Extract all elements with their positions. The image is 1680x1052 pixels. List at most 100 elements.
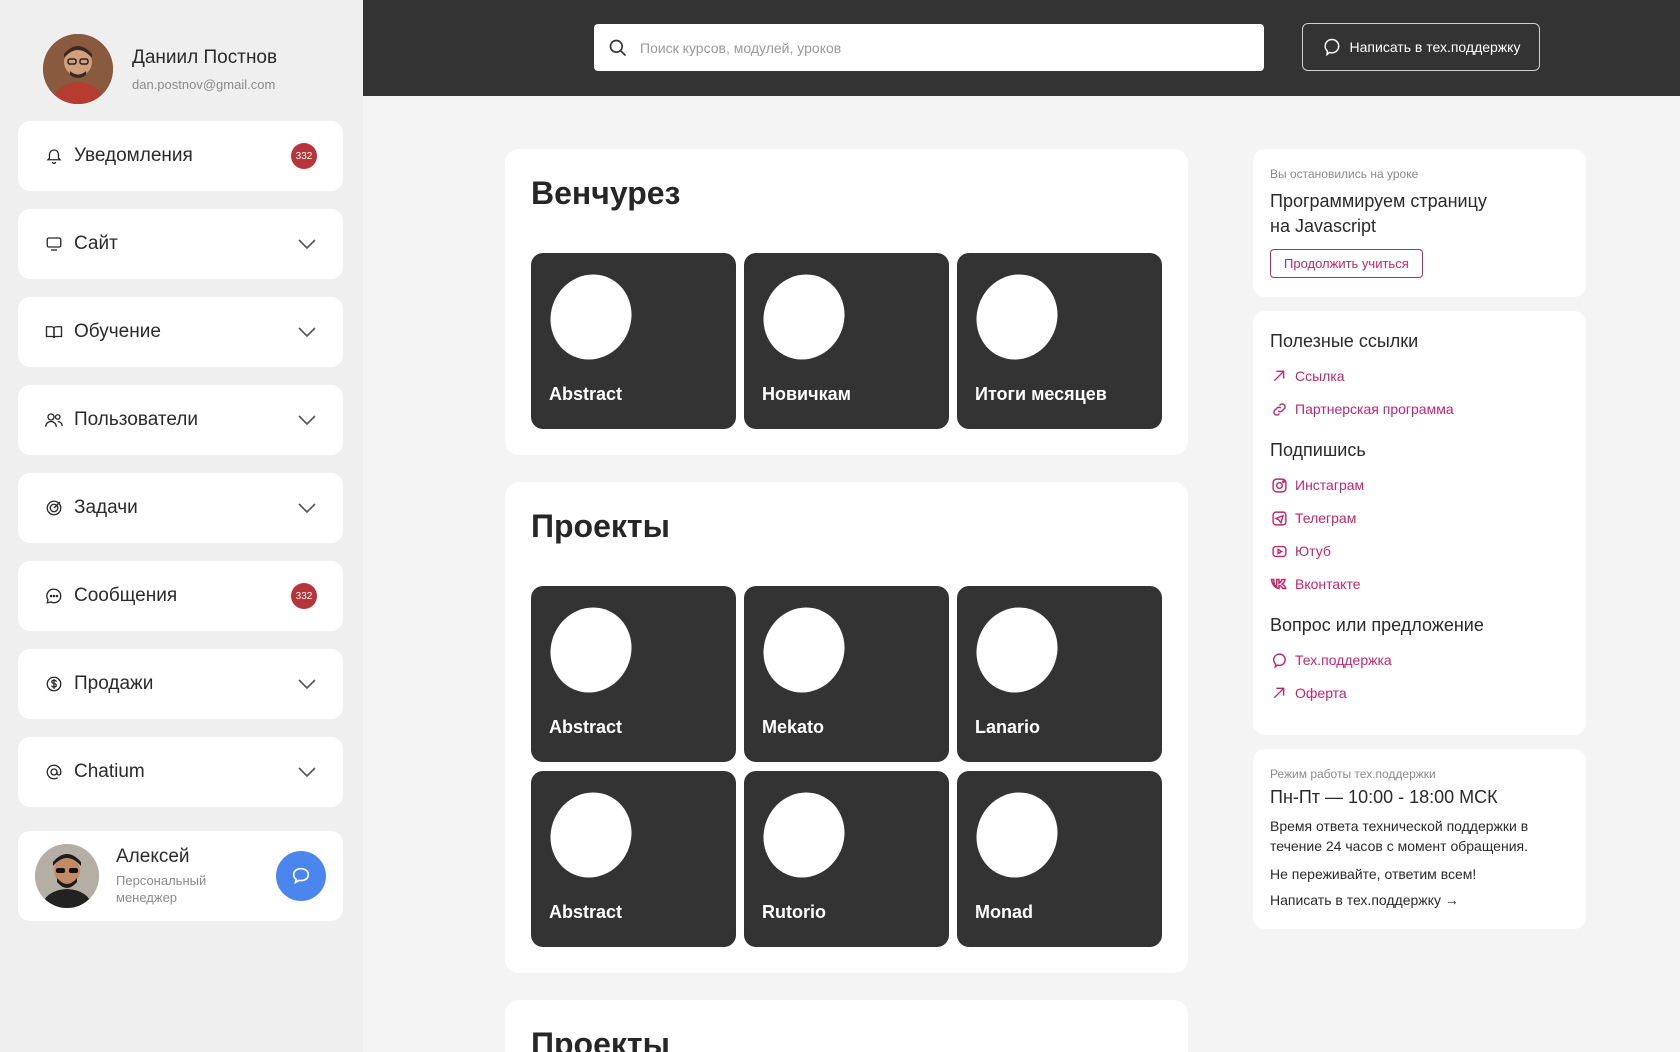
chevron-down-icon[interactable]	[297, 410, 317, 430]
sidebar-item-label: Продажи	[74, 673, 154, 694]
course-tile[interactable]: Итоги месяцев	[957, 253, 1162, 429]
manager-role: Персональный менеджер	[116, 873, 207, 905]
sidebar-item-notifications[interactable]: Уведомления 332	[18, 121, 343, 191]
youtube-link[interactable]: Ютуб	[1270, 542, 1569, 560]
course-tile-label: Mekato	[762, 717, 825, 737]
at-icon	[44, 762, 64, 782]
course-tile[interactable]: Abstract	[531, 771, 736, 947]
personal-manager-card: Алексей Персональный менеджер	[18, 831, 343, 921]
link-label: Инстаграм	[1295, 477, 1365, 493]
link-icon	[1270, 400, 1288, 418]
partner-program-link[interactable]: Партнерская программа	[1270, 400, 1569, 418]
search-icon	[608, 38, 628, 58]
chat-icon	[44, 586, 64, 606]
course-tile[interactable]: Mekato	[744, 586, 949, 762]
arrow-up-right-icon	[1270, 684, 1288, 702]
offer-link[interactable]: Оферта	[1270, 684, 1569, 702]
sidebar-item-label: Задачи	[74, 497, 138, 518]
link-label: Ссылка	[1295, 368, 1345, 384]
telegram-icon	[1270, 509, 1288, 527]
user-email: dan.postnov@gmail.com	[132, 76, 276, 92]
course-tile-label: Abstract	[549, 384, 623, 404]
course-tile-label: Lanario	[975, 717, 1041, 737]
sidebar-item-tasks[interactable]: Задачи	[18, 473, 343, 543]
link-label: Телеграм	[1295, 510, 1357, 526]
link-item[interactable]: Ссылка	[1270, 367, 1569, 385]
user-name: Даниил Постнов	[132, 46, 278, 68]
sidebar-item-sales[interactable]: Продажи	[18, 649, 343, 719]
course-tile-label: Новичкам	[762, 384, 851, 404]
chevron-down-icon[interactable]	[297, 762, 317, 782]
support-hours-caption: Режим работы тех.поддержки	[1270, 767, 1436, 781]
search-input[interactable]	[640, 39, 1250, 56]
course-tile[interactable]: Новичкам	[744, 253, 949, 429]
continue-learning-button[interactable]: Продолжить учиться	[1270, 249, 1423, 278]
youtube-icon	[1270, 542, 1288, 560]
chat-bubble-icon	[1270, 651, 1288, 669]
course-tile[interactable]: Lanario	[957, 586, 1162, 762]
sidebar-item-chatium[interactable]: Chatium	[18, 737, 343, 807]
course-tile-label: Abstract	[549, 902, 623, 922]
support-reassure: Не переживайте, ответим всем!	[1270, 866, 1477, 882]
chevron-down-icon[interactable]	[297, 234, 317, 254]
link-label: Оферта	[1295, 685, 1347, 701]
course-section: Венчурез Abstract Новичкам Итоги месяцев	[505, 149, 1188, 455]
target-icon	[44, 498, 64, 518]
vk-link[interactable]: Вконтакте	[1270, 575, 1569, 593]
course-image	[962, 594, 1072, 706]
course-tile[interactable]: Rutorio	[744, 771, 949, 947]
sidebar-item-label: Сообщения	[74, 585, 178, 606]
sidebar: Даниил Постнов dan.postnov@gmail.com Уве…	[0, 0, 363, 1052]
subscribe-heading: Подпишись	[1270, 440, 1366, 460]
course-tile[interactable]: Abstract	[531, 586, 736, 762]
useful-links-card: Полезные ссылки Ссылка Партнерская прогр…	[1253, 311, 1586, 735]
chevron-down-icon[interactable]	[297, 498, 317, 518]
support-hours: Пн-Пт — 10:00 - 18:00 МСК	[1270, 787, 1498, 807]
section-title: Проекты	[531, 1026, 670, 1052]
write-support-link[interactable]: Написать в тех.поддержку →	[1270, 892, 1569, 908]
support-hours-card: Режим работы тех.поддержки Пн-Пт — 10:00…	[1253, 749, 1586, 929]
course-image	[749, 261, 859, 373]
course-tile-label: Abstract	[549, 717, 623, 737]
users-icon	[44, 410, 64, 430]
course-image	[536, 261, 646, 373]
sidebar-item-label: Обучение	[74, 321, 161, 342]
course-image	[962, 779, 1072, 891]
chevron-down-icon[interactable]	[297, 322, 317, 342]
course-tile-label: Rutorio	[762, 902, 826, 922]
lesson-title: Программируем страницу на Javascript	[1270, 191, 1487, 236]
instagram-link[interactable]: Инстаграм	[1270, 476, 1569, 494]
chat-bubble-icon	[1322, 37, 1342, 57]
chevron-down-icon[interactable]	[297, 674, 317, 694]
chat-with-manager-button[interactable]	[276, 851, 326, 901]
chat-bubble-icon	[290, 865, 312, 887]
telegram-link[interactable]: Телеграм	[1270, 509, 1569, 527]
sidebar-item-users[interactable]: Пользователи	[18, 385, 343, 455]
search-bar[interactable]	[594, 24, 1264, 71]
course-image	[536, 594, 646, 706]
avatar	[35, 844, 99, 908]
user-profile[interactable]: Даниил Постнов dan.postnov@gmail.com	[43, 34, 277, 104]
bell-icon	[44, 146, 64, 166]
course-image	[749, 594, 859, 706]
course-tile[interactable]: Monad	[957, 771, 1162, 947]
sidebar-item-label: Сайт	[74, 233, 118, 254]
course-section: Проекты	[505, 1000, 1188, 1052]
dollar-icon	[44, 674, 64, 694]
notification-count-badge: 332	[291, 143, 317, 169]
question-heading: Вопрос или предложение	[1270, 615, 1484, 635]
sidebar-item-messages[interactable]: Сообщения 332	[18, 561, 343, 631]
course-tile[interactable]: Abstract	[531, 253, 736, 429]
course-image	[962, 261, 1072, 373]
support-button[interactable]: Написать в тех.поддержку	[1302, 23, 1540, 71]
lesson-caption: Вы остановились на уроке	[1270, 167, 1419, 181]
sidebar-item-learning[interactable]: Обучение	[18, 297, 343, 367]
course-tile-label: Monad	[975, 902, 1033, 922]
avatar	[43, 34, 113, 104]
tech-support-link[interactable]: Тех.поддержка	[1270, 651, 1569, 669]
useful-links-heading: Полезные ссылки	[1270, 331, 1419, 351]
link-label: Ютуб	[1295, 543, 1331, 559]
sidebar-item-label: Пользователи	[74, 409, 199, 430]
sidebar-item-site[interactable]: Сайт	[18, 209, 343, 279]
course-image	[749, 779, 859, 891]
